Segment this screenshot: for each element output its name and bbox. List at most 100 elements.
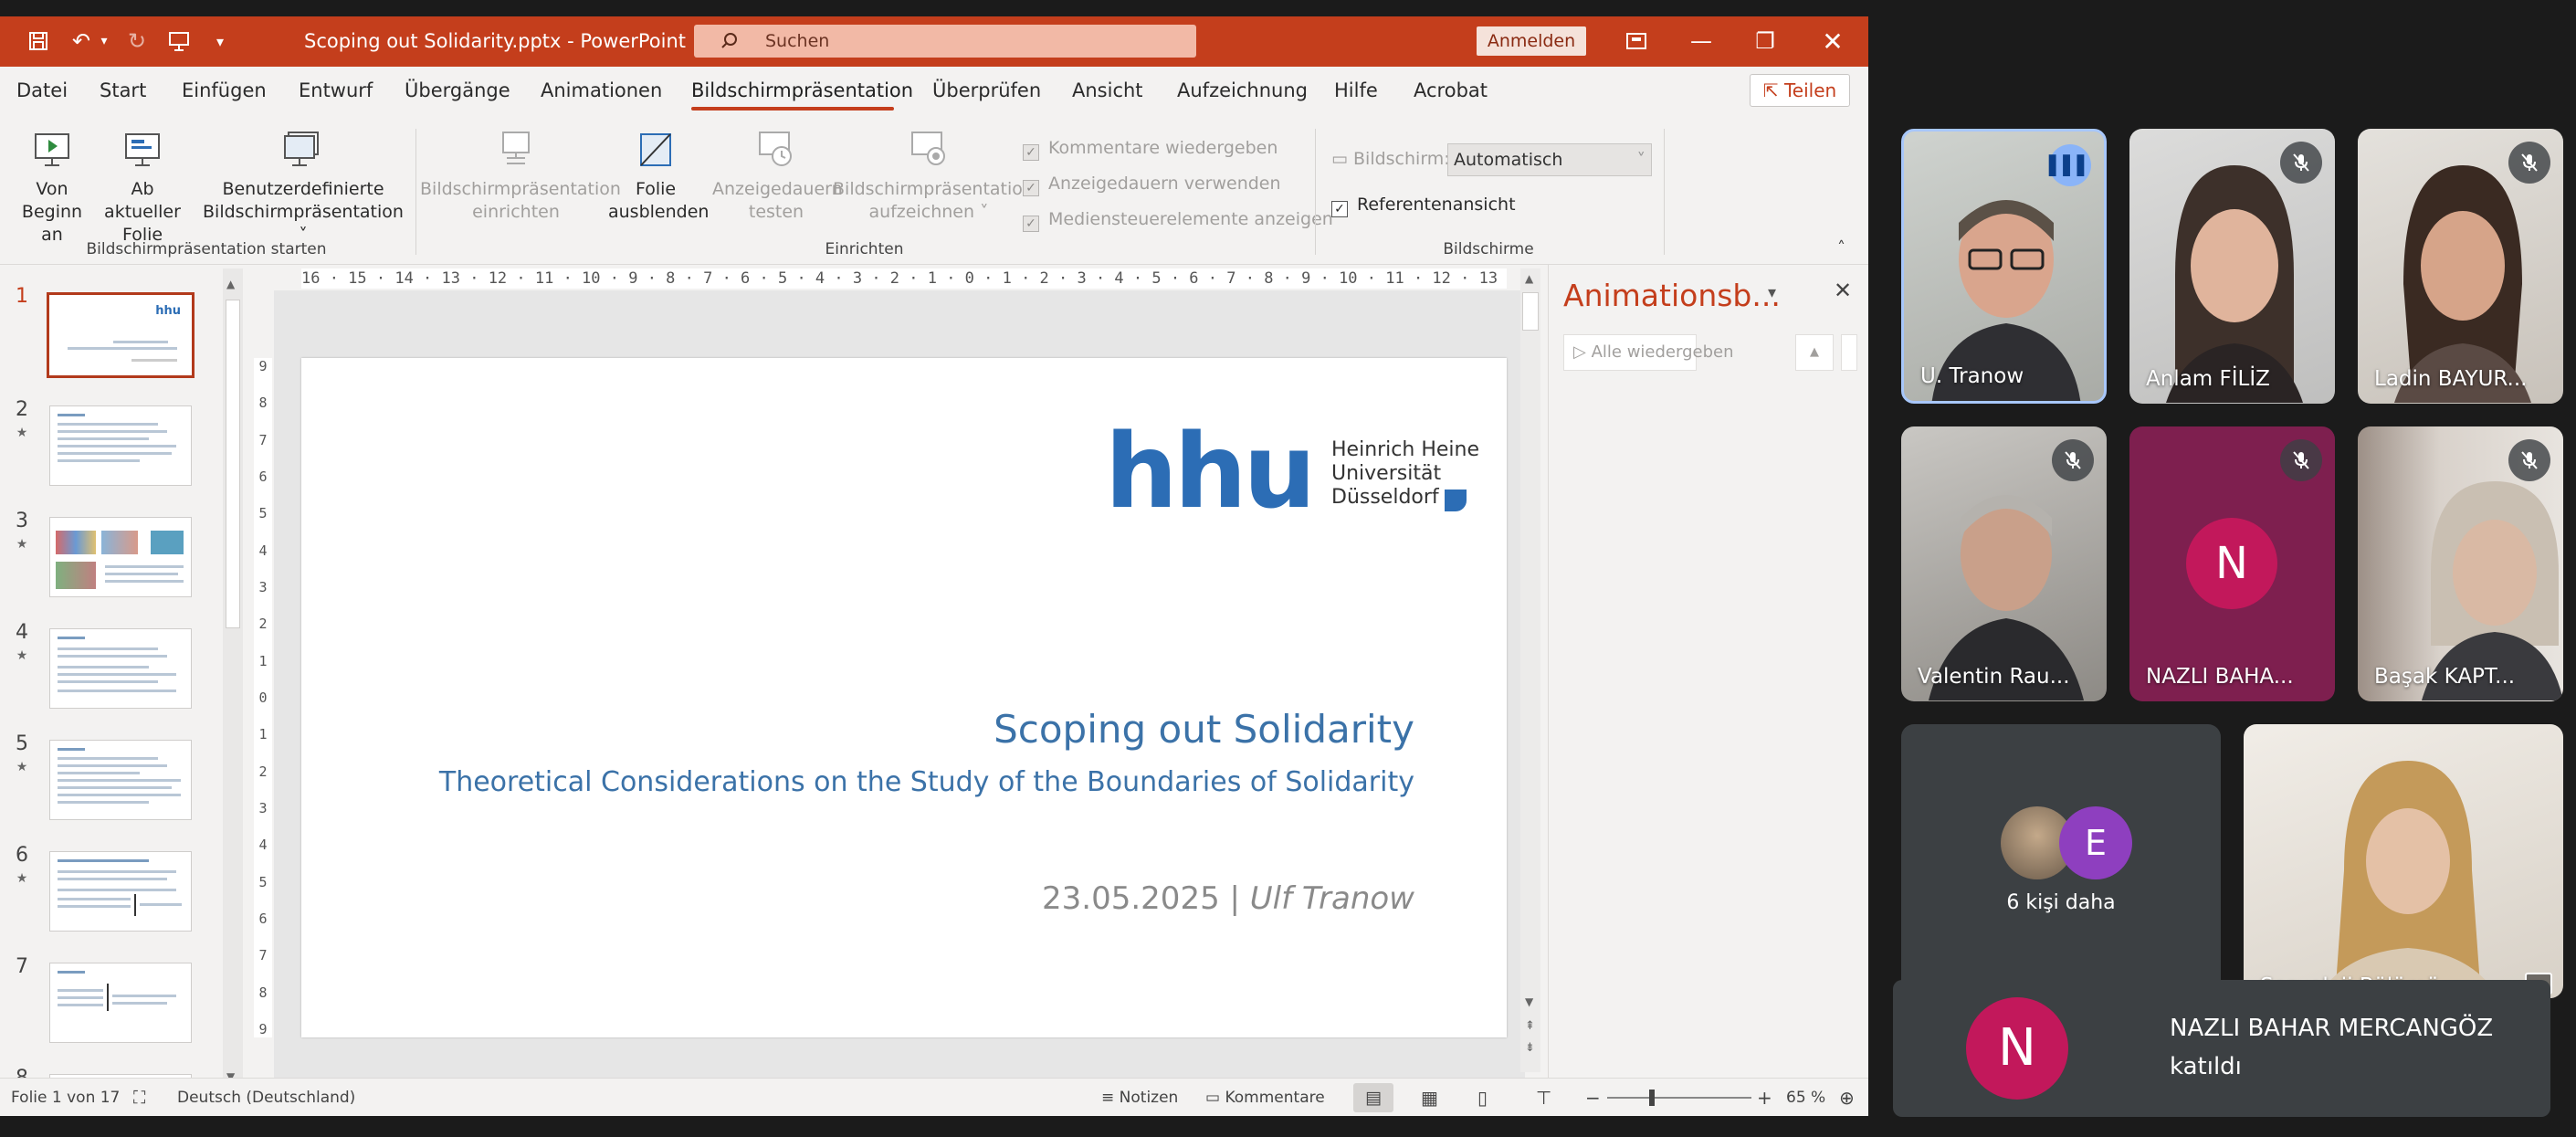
others-tile[interactable]: E 6 kişi daha [1901, 724, 2221, 998]
tab-einfuegen[interactable]: Einfügen [182, 67, 267, 114]
checkbox-use-timings[interactable]: ✓ Anzeigedauern verwenden [1023, 172, 1281, 196]
tab-animationen[interactable]: Animationen [541, 67, 662, 114]
fit-slide-icon[interactable]: ⊕ [1839, 1079, 1855, 1116]
play-all-button[interactable]: ▷ Alle wiedergeben [1563, 334, 1733, 371]
pane-options-icon[interactable]: ▾ [1768, 283, 1776, 302]
participant-tile[interactable]: Anlam FİLİZ [2129, 129, 2335, 404]
search-box[interactable]: Suchen [694, 25, 1196, 58]
scroll-thumb[interactable] [1522, 292, 1539, 331]
slide-scrollbar[interactable]: ▲ ▼ ⇞ ⇟ [1520, 268, 1540, 1072]
thumbnail-logo: hhu [155, 304, 181, 318]
setup-slideshow-button[interactable]: Bildschirmpräsentation einrichten [420, 129, 621, 222]
hide-slide-button[interactable]: Folie ausblenden [608, 129, 709, 222]
close-window-icon[interactable]: ✕ [1810, 16, 1856, 67]
next-slide-icon[interactable]: ⇟ [1525, 1041, 1535, 1055]
slide-title[interactable]: Scoping out Solidarity [994, 707, 1414, 752]
tab-start[interactable]: Start [100, 67, 146, 114]
active-tab-indicator [691, 107, 894, 111]
slide-thumbnail-6[interactable] [49, 851, 192, 932]
slide-thumbnail-pane: 1 hhu 2 ★ 3 ★ 4 ★ 5 ★ 6 ★ 7 ▲ ▼ [0, 265, 247, 1091]
redo-icon[interactable]: ↻ [119, 16, 155, 67]
slide-thumbnail-3[interactable] [49, 517, 192, 597]
zoom-in-icon[interactable]: + [1757, 1079, 1772, 1116]
avatar: E [2059, 806, 2132, 879]
slide-thumbnail-1[interactable]: hhu [47, 292, 195, 378]
from-current-slide-button[interactable]: Ab aktueller Folie [91, 129, 194, 245]
checkbox-play-comments[interactable]: ✓ Kommentare wiedergeben [1023, 136, 1277, 161]
move-down-icon[interactable] [1841, 334, 1857, 371]
slide-counter: Folie 1 von 17 [11, 1089, 121, 1107]
sign-in-button[interactable]: Anmelden [1477, 26, 1586, 56]
collapse-ribbon-icon[interactable]: ˄ [1837, 238, 1845, 258]
zoom-slider[interactable] [1607, 1090, 1751, 1106]
slide-sorter-icon[interactable]: ▦ [1421, 1079, 1438, 1116]
record-slideshow-button[interactable]: Bildschirmpräsentation aufzeichnen ˅ [833, 129, 1034, 222]
notes-icon: ≡ [1101, 1089, 1120, 1107]
slide-thumbnail-7[interactable] [49, 963, 192, 1043]
restore-icon[interactable]: ❐ [1742, 16, 1788, 67]
accessibility-icon[interactable]: ⛶ [133, 1079, 145, 1116]
ribbon-display-icon[interactable] [1616, 16, 1656, 68]
reading-view-icon[interactable]: ▯ [1477, 1079, 1488, 1116]
speaking-indicator-icon: ▌▌▌ [2049, 144, 2091, 186]
scroll-up-icon[interactable]: ▲ [1525, 272, 1533, 285]
present-icon[interactable] [161, 16, 197, 70]
zoom-level[interactable]: 65 % [1786, 1079, 1825, 1116]
scroll-up-icon[interactable]: ▲ [226, 278, 235, 290]
tab-aufzeichnung[interactable]: Aufzeichnung [1177, 67, 1308, 114]
hhu-logo-mark [1445, 490, 1467, 511]
share-button[interactable]: ⇱ Teilen [1750, 74, 1850, 107]
participant-tile[interactable]: Ladin BAYUR... [2358, 129, 2563, 404]
undo-dropdown-icon[interactable]: ▾ [95, 16, 113, 67]
monitor-select[interactable]: Automatisch ˅ [1447, 143, 1652, 176]
participant-video [2166, 165, 2303, 403]
participant-tile[interactable]: ▌▌▌ U. Tranow [1901, 129, 2107, 404]
scroll-thumb[interactable] [226, 300, 240, 628]
rehearse-timings-button[interactable]: Anzeigedauern testen [712, 129, 843, 222]
custom-slideshow-button[interactable]: Benutzerdefinierte Bildschirmpräsentatio… [201, 129, 405, 245]
slide-thumbnail-5[interactable] [49, 740, 192, 820]
thumbnail-scrollbar[interactable]: ▲ ▼ [223, 268, 243, 1090]
comment-icon: ▭ [1205, 1089, 1225, 1107]
save-icon[interactable] [20, 16, 57, 70]
zoom-out-icon[interactable]: − [1585, 1079, 1601, 1116]
comments-button[interactable]: ▭ Kommentare [1205, 1079, 1325, 1116]
tab-ueberpruefen[interactable]: Überprüfen [932, 67, 1041, 114]
tab-hilfe[interactable]: Hilfe [1334, 67, 1378, 114]
tab-ansicht[interactable]: Ansicht [1072, 67, 1143, 114]
participant-tile[interactable]: Başak KAPT... [2358, 426, 2563, 701]
slideshow-view-icon[interactable]: ⊤ [1536, 1079, 1551, 1116]
from-beginning-button[interactable]: Von Beginn an [13, 129, 91, 245]
close-pane-icon[interactable]: ✕ [1834, 278, 1852, 303]
play-from-current-icon [125, 133, 160, 166]
previous-slide-icon[interactable]: ⇞ [1525, 1019, 1535, 1033]
zoom-thumb[interactable] [1649, 1090, 1655, 1106]
tab-acrobat[interactable]: Acrobat [1414, 67, 1488, 114]
slide-editor[interactable]: hhu Heinrich Heine Universität Düsseldorf … [301, 358, 1507, 1037]
undo-icon[interactable]: ↶ [66, 16, 97, 67]
notes-button[interactable]: ≡ Notizen [1101, 1079, 1178, 1116]
tab-datei[interactable]: Datei [16, 67, 68, 114]
normal-view-icon[interactable]: ▤ [1353, 1083, 1393, 1112]
tab-entwurf[interactable]: Entwurf [299, 67, 373, 114]
participant-tile[interactable]: N NAZLI BAHA... [2129, 426, 2335, 701]
participant-tile[interactable]: Sosyoloji Bölümü [2244, 724, 2563, 998]
checkbox-presenter-view[interactable]: ✓ Referentenansicht [1331, 193, 1516, 217]
checkbox-show-media-controls[interactable]: ✓ Mediensteuerelemente anzeigen [1023, 207, 1333, 232]
customize-toolbar-icon[interactable]: ▾ [206, 16, 234, 67]
thumbnail-number: 3 [16, 510, 28, 532]
language-indicator[interactable]: Deutsch (Deutschland) [177, 1079, 355, 1116]
slide-thumbnail-2[interactable] [49, 405, 192, 486]
participant-tile[interactable]: Valentin Rau... [1901, 426, 2107, 701]
chevron-down-icon: ˅ [1636, 150, 1646, 170]
minimize-icon[interactable]: — [1678, 16, 1724, 67]
slide-subtitle[interactable]: Theoretical Considerations on the Study … [439, 766, 1414, 798]
slide-thumbnail-4[interactable] [49, 628, 192, 709]
animation-star-icon: ★ [16, 760, 28, 774]
muted-mic-icon [2280, 439, 2322, 481]
move-up-icon[interactable]: ▲ [1795, 334, 1834, 371]
scroll-down-icon[interactable]: ▼ [1525, 995, 1533, 1008]
slide-date-author[interactable]: 23.05.2025 | Ulf Tranow [1042, 880, 1414, 917]
group-divider [1664, 129, 1665, 255]
tab-uebergaenge[interactable]: Übergänge [405, 67, 510, 114]
